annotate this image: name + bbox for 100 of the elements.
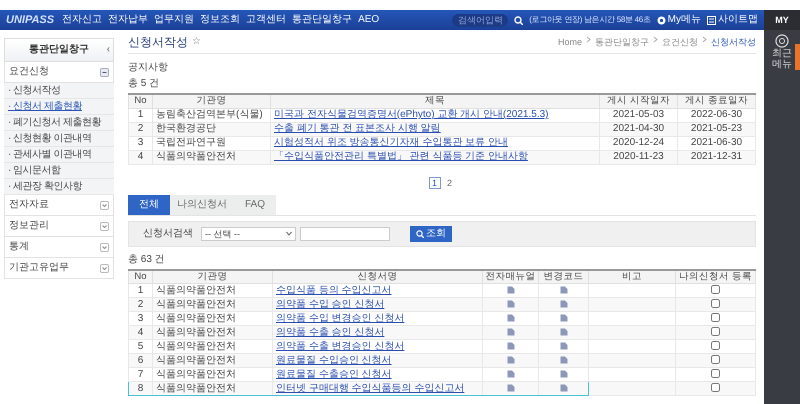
chevron-icon (653, 36, 658, 43)
register-checkbox[interactable] (711, 313, 720, 322)
table-cell: 농림축산검역본부(식물) (152, 108, 270, 122)
breadcrumb-item[interactable]: 신청서작성 (711, 36, 756, 48)
chevron-icon (586, 36, 591, 43)
register-checkbox[interactable] (711, 327, 720, 336)
column-header: 게시 시작일자 (600, 94, 678, 108)
group-label: 전자자료 (9, 199, 49, 211)
column-header: 게시 종료일자 (678, 94, 756, 108)
sidebar-group[interactable]: 전자자료 (4, 195, 114, 216)
breadcrumb-item[interactable]: 요건신청 (662, 36, 698, 48)
side-tab-handle[interactable] (795, 44, 800, 70)
register-checkbox[interactable] (711, 383, 720, 392)
header-link[interactable]: My메뉴 (656, 14, 701, 26)
table-cell: 식품의약품안전처 (152, 150, 270, 164)
table-cell: 2021-06-30 (678, 136, 756, 150)
search-icon (514, 16, 524, 24)
header-link[interactable]: 사이트맵 (707, 14, 758, 26)
column-header: 제목 (270, 94, 600, 108)
search-input[interactable] (300, 226, 390, 240)
select-field[interactable]: -- 선택 -- (201, 226, 296, 240)
nav-link[interactable]: 정보조회 (200, 14, 240, 26)
group-label: 정보관리 (9, 220, 49, 232)
breadcrumb-item[interactable]: Home (558, 36, 582, 48)
sidebar-group[interactable]: 기관고유업무 (4, 258, 114, 279)
sidebar-item[interactable]: · 폐기신청서 제출현황 (4, 115, 114, 131)
column-header: 변경코드 (538, 270, 588, 284)
table-cell: 식품의약품안전처 (152, 326, 272, 340)
group-label: 요건신청 (9, 66, 49, 78)
table-cell: 8 (128, 382, 152, 396)
table-cell: 식품의약품안전처 (152, 298, 272, 312)
nav-link[interactable]: AEO (358, 14, 380, 26)
sidebar-item[interactable]: · 임시문서함 (4, 163, 114, 179)
table-cell: 3 (128, 136, 152, 150)
sidebar-item[interactable]: · 신청서작성 (4, 83, 114, 99)
filter-label: 신청서검색 (143, 228, 193, 240)
column-header: No (128, 270, 152, 284)
section-heading: 공지사항 (128, 62, 168, 73)
table-cell: 2021-05-23 (678, 122, 756, 136)
sidebar-group[interactable]: 통계 (4, 237, 114, 258)
table-cell: 국립전파연구원 (152, 136, 270, 150)
list-icon (707, 16, 716, 24)
register-checkbox[interactable] (711, 299, 720, 308)
page-button[interactable]: 2 (444, 176, 456, 188)
register-checkbox[interactable] (711, 341, 720, 350)
column-header: 비고 (588, 270, 676, 284)
table-cell: 2021-12-31 (678, 150, 756, 164)
tab[interactable]: 전체 (128, 194, 170, 214)
table-cell: 2020-12-24 (600, 136, 678, 150)
nav-link[interactable]: 통관단일창구 (292, 14, 352, 26)
column-header: 전자매뉴얼 (482, 270, 538, 284)
logo[interactable]: UNIPASS (6, 14, 54, 26)
result-count: 총 5 건 (128, 78, 160, 89)
caret-icon (286, 231, 292, 236)
page-title: 신청서작성 (128, 36, 188, 48)
session-timer: (로그아웃 연장) 남은시간 58분 46초 (529, 14, 651, 26)
sidebar-item[interactable]: · 신청서 제출현황 (4, 99, 114, 115)
column-header: 신청서명 (272, 270, 482, 284)
search-field[interactable]: 검색어입력 (452, 14, 508, 26)
search-icon (416, 230, 424, 238)
register-checkbox[interactable] (711, 369, 720, 378)
table-cell: 식품의약품안전처 (152, 354, 272, 368)
sidebar-item[interactable]: · 신청현황 이관내역 (4, 131, 114, 147)
sidebar-heading: 통관단일창구 (29, 44, 89, 56)
page-button[interactable]: 1 (428, 176, 440, 188)
table-cell: 식품의약품안전처 (152, 382, 272, 396)
column-header: 기관명 (152, 270, 272, 284)
tab[interactable]: FAQ (234, 194, 276, 214)
result-count: 총 63 건 (128, 254, 165, 264)
favorite-star[interactable]: ☆ (192, 36, 201, 48)
table-cell: 6 (128, 354, 152, 368)
nav-link[interactable]: 전자신고 (62, 14, 102, 26)
register-checkbox[interactable] (711, 285, 720, 294)
search-button[interactable]: 조회 (410, 226, 452, 242)
table-cell: 2021-04-30 (600, 122, 678, 136)
sidebar-item[interactable]: · 관세사별 이관내역 (4, 147, 114, 163)
nav-link[interactable]: 전자납부 (108, 14, 148, 26)
table-cell: 2022-06-30 (678, 108, 756, 122)
column-header: 나의신청서 등록 (676, 270, 756, 284)
tab[interactable]: 나의신청서 (170, 194, 234, 214)
table-cell: 2020-11-23 (600, 150, 678, 164)
nav-link[interactable]: 업무지원 (154, 14, 194, 26)
select-value: -- 선택 -- (205, 228, 240, 240)
table-cell: 4 (128, 326, 152, 340)
group-label: 기관고유업무 (9, 262, 69, 274)
column-header: No (128, 94, 152, 108)
sidebar-group[interactable]: 정보관리 (4, 216, 114, 237)
nav-link[interactable]: 고객센터 (246, 14, 286, 26)
column-header: 기관명 (152, 94, 270, 108)
sidebar-group[interactable]: 요건신청 (4, 62, 114, 83)
breadcrumb-item[interactable]: 통관단일창구 (595, 36, 649, 48)
recent-menu-label[interactable]: 최근메뉴 (772, 48, 792, 70)
register-checkbox[interactable] (711, 355, 720, 364)
my-button[interactable]: MY (764, 10, 800, 30)
sidebar-item[interactable]: · 세관장 확인사항 (4, 179, 114, 195)
table-cell: 2 (128, 298, 152, 312)
table-cell: 4 (128, 150, 152, 164)
table-cell: 2021-05-03 (600, 108, 678, 122)
group-label: 통계 (9, 241, 29, 253)
table-cell: 1 (128, 108, 152, 122)
